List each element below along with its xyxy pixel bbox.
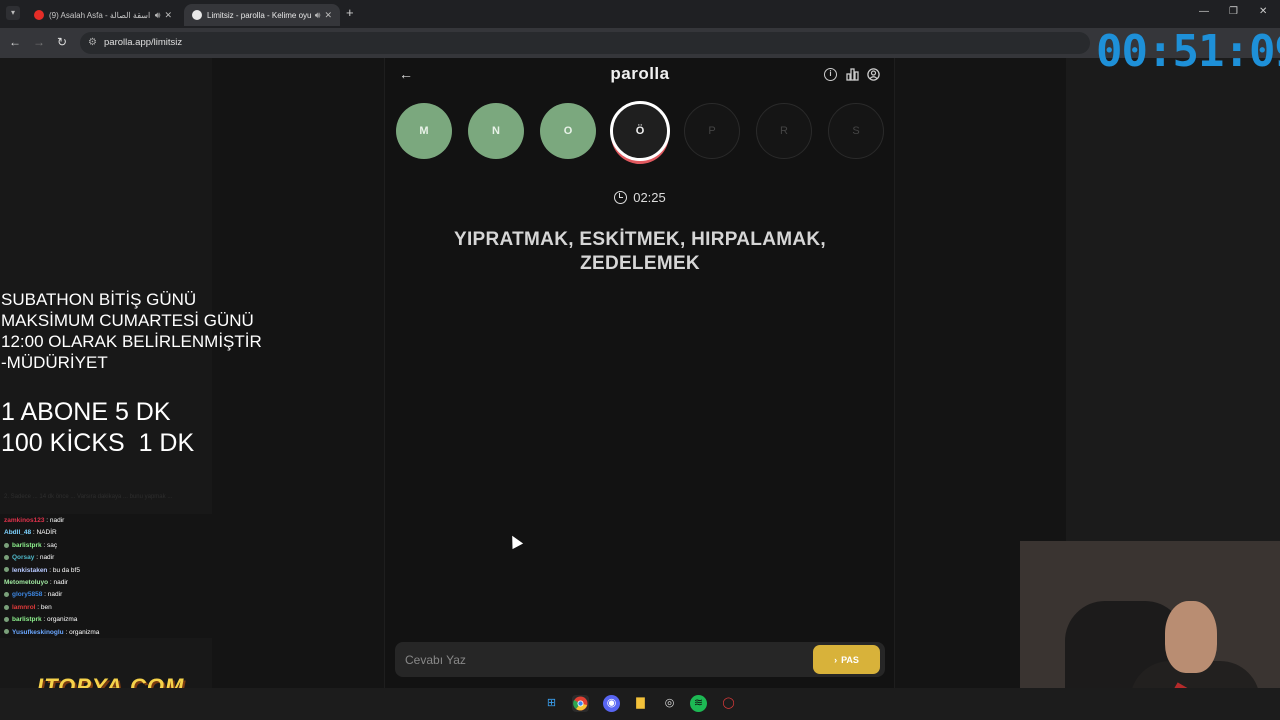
chat-text: : nadir [42,591,63,599]
chat-text: : ben [35,603,52,611]
chat-text: : NADİR [31,529,57,537]
chat-username: lamnrol [12,603,36,611]
brand-title: parolla [610,64,670,83]
tab-close-icon[interactable]: ✕ [324,10,332,21]
chat-username: glory5858 [12,591,43,599]
address-bar[interactable]: ⚙︎ parolla.app/limitsiz [80,32,1090,54]
chat-username: barlistprk [12,616,42,624]
letter-circle-n: N [468,103,524,159]
tab-search-icon[interactable]: ▾ [6,6,20,20]
back-arrow-icon[interactable]: ← [9,35,21,49]
chat-username: Qorsay [12,554,35,562]
chat-username: Metometoluyo [4,579,49,586]
question-line-1: YIPRATMAK, ESKİTMEK, HIRPALAMAK, [453,229,826,250]
chat-text: : organizma [41,616,78,624]
answer-input[interactable] [405,650,805,670]
folder-icon[interactable]: ▇ [632,695,649,712]
subathon-announcement: SUBATHON BİTİŞ GÜNÜ MAKSİMUM CUMARTESİ G… [1,290,262,372]
letter-circle-m: M [396,103,452,159]
chat-message: zamkinos123 : nadir [4,517,64,524]
new-tab-button[interactable]: + [346,6,354,20]
chat-username: barlistprk [12,541,42,549]
chat-text: : nadir [34,554,55,562]
profile-icon[interactable] [867,68,880,81]
pass-label: PAS [841,654,859,665]
chat-text: : saç [41,541,58,549]
clock-icon [614,191,628,204]
timer-value: 02:25 [633,190,666,205]
chat-username: zamkinos123 [4,517,45,524]
chat-text: : organizma [63,628,100,636]
parolla-favicon-icon [192,10,202,20]
spotify-icon[interactable]: ≋ [690,695,707,712]
speaker-icon[interactable]: 🔊︎ [155,10,161,21]
chat-username: lenkistaken [12,566,48,574]
speaker-icon[interactable]: 🔊︎ [315,10,321,21]
letter-circle-r: R [756,103,812,159]
chevron-right-icon: › [834,654,838,665]
pass-button[interactable]: › PAS [813,645,880,674]
chat-message: barlistprk : organizma [4,616,77,623]
chat-message: lamnrol : ben [4,604,52,611]
streamer-head [1165,601,1217,673]
letter-circle-current: Ö [610,101,670,161]
letter-circle-s: S [828,103,884,159]
reload-icon[interactable]: ↻ [57,35,67,49]
chat-badge-icon [4,604,9,610]
chat-message: Metometoluyo : nadir [4,579,68,586]
question-text: YIPRATMAK, ESKİTMEK, HIRPALAMAK, ZEDELEM… [410,228,870,276]
chat-text: : bu da bf5 [47,566,80,574]
chat-username: Yusufkeskinoglu [12,628,64,636]
restore-icon[interactable]: ❐ [1229,6,1238,17]
chat-badge-icon [4,542,9,548]
letter-circle-o: O [540,103,596,159]
stats-icon[interactable] [846,68,859,81]
chat-badge-icon [4,629,9,635]
tab-title: (9) Asalah Asfa - اسقة الصالة [49,10,151,20]
letter-circle-p: P [684,103,740,159]
opera-icon[interactable]: ◯ [720,695,737,712]
minimize-icon[interactable]: — [1199,6,1209,17]
answer-box [395,642,885,677]
discord-icon[interactable]: ◉ [603,695,620,712]
tab-close-icon[interactable]: ✕ [164,10,172,21]
countdown-timer: 02:25 [600,190,680,205]
chat-text: : nadir [44,517,65,524]
chat-message: Yusufkeskinoglu : organizma [4,629,99,636]
youtube-icon [34,10,44,20]
browser-tab-youtube[interactable]: (9) Asalah Asfa - اسقة الصالة 🔊︎ ✕ [26,4,180,26]
chat-message: Abdll_48 : NADİR [4,529,57,536]
chat-message: Qorsay : nadir [4,554,54,561]
chat-badge-icon [4,554,9,560]
url-text: parolla.app/limitsiz [104,37,183,48]
chat-text: : nadir [48,579,68,586]
chat-faded-message: 2. Sadece ... 14 dk önce ... Varsıra dak… [4,494,173,500]
chat-message: lenkistaken : bu da bf5 [4,567,80,574]
chat-message: barlistprk : saç [4,542,57,549]
forward-arrow-icon[interactable]: → [33,35,45,49]
question-line-2: ZEDELEMEK [580,253,700,274]
chat-badge-icon [4,592,9,598]
tab-title: Limitsiz - parolla - Kelime oyunu [207,10,311,20]
chat-badge-icon [4,616,9,622]
stream-stopwatch: 00:51:09 [1096,26,1280,77]
info-icon[interactable]: i [824,68,837,81]
browser-tab-parolla[interactable]: Limitsiz - parolla - Kelime oyunu 🔊︎ ✕ [184,4,340,26]
close-window-icon[interactable]: ✕ [1259,6,1267,17]
windows-start-icon[interactable]: ⊞ [543,695,560,712]
chat-badge-icon [4,567,9,573]
chrome-icon[interactable] [572,695,589,712]
site-info-icon[interactable]: ⚙︎ [88,37,97,48]
sub-rates: 1 ABONE 5 DK 100 KİCKS 1 DK [1,398,195,457]
chat-username: Abdll_48 [4,529,32,537]
chat-message: glory5858 : nadir [4,591,62,598]
back-button-icon[interactable]: ← [399,66,413,82]
obs-icon[interactable]: ◎ [661,695,678,712]
